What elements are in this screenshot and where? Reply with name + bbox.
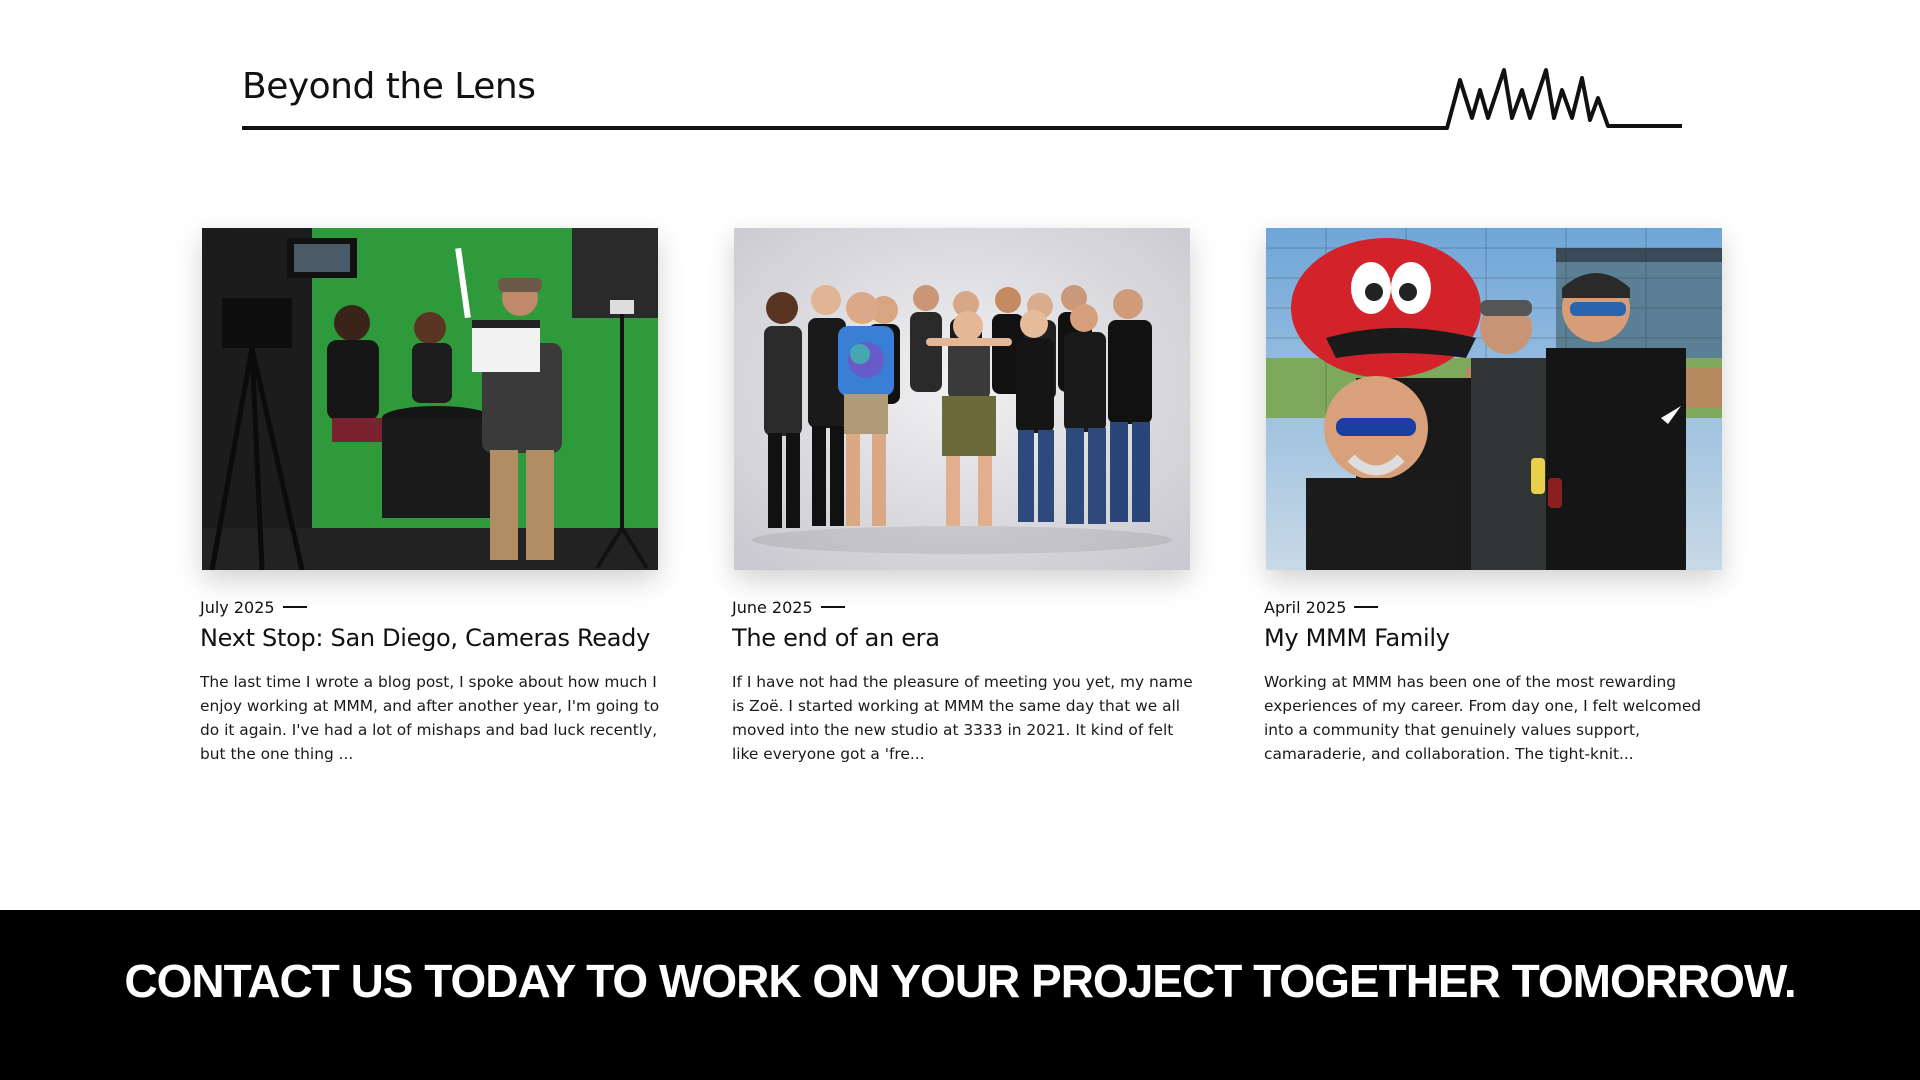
post-thumbnail[interactable]	[734, 228, 1190, 570]
post-date: June 2025	[732, 597, 813, 617]
post-excerpt: Working at MMM has been one of the most …	[1264, 673, 1702, 763]
mmm-signature-logo-icon[interactable]	[242, 60, 1682, 140]
post-date: April 2025	[1264, 597, 1347, 617]
post-excerpt: The last time I wrote a blog post, I spo…	[200, 673, 660, 763]
green-screen-photo-icon	[202, 228, 658, 570]
blog-post-card[interactable]: April 2025 My MMM Family Working at MMM …	[1264, 228, 1732, 768]
post-meta: July 2025	[200, 596, 307, 618]
blog-post-card[interactable]: July 2025 Next Stop: San Diego, Cameras …	[200, 228, 668, 768]
date-divider	[820, 606, 845, 608]
post-meta: June 2025	[732, 596, 845, 618]
post-thumbnail[interactable]	[1266, 228, 1722, 570]
blog-post-list: July 2025 Next Stop: San Diego, Cameras …	[200, 228, 1724, 768]
date-divider	[1354, 606, 1379, 608]
blog-post-card[interactable]: June 2025 The end of an era If I have no…	[732, 228, 1200, 768]
date-divider	[282, 606, 307, 608]
post-title-link[interactable]: Next Stop: San Diego, Cameras Ready	[200, 624, 668, 652]
post-title-link[interactable]: The end of an era	[732, 624, 1200, 652]
post-title-link[interactable]: My MMM Family	[1264, 624, 1732, 652]
post-date: July 2025	[200, 597, 275, 617]
post-excerpt: If I have not had the pleasure of meetin…	[732, 673, 1193, 763]
contact-cta-banner: CONTACT US TODAY TO WORK ON YOUR PROJECT…	[0, 910, 1920, 1080]
post-meta: April 2025	[1264, 596, 1379, 618]
team-group-photo-icon	[734, 228, 1190, 570]
contact-cta-link[interactable]: CONTACT US TODAY TO WORK ON YOUR PROJECT…	[0, 954, 1920, 1008]
post-thumbnail[interactable]	[202, 228, 658, 570]
ballpark-mascot-photo-icon	[1266, 228, 1722, 570]
section-header: Beyond the Lens	[242, 60, 1682, 140]
page: Beyond the Lens July 2025 Next Stop: San…	[0, 0, 1920, 1080]
